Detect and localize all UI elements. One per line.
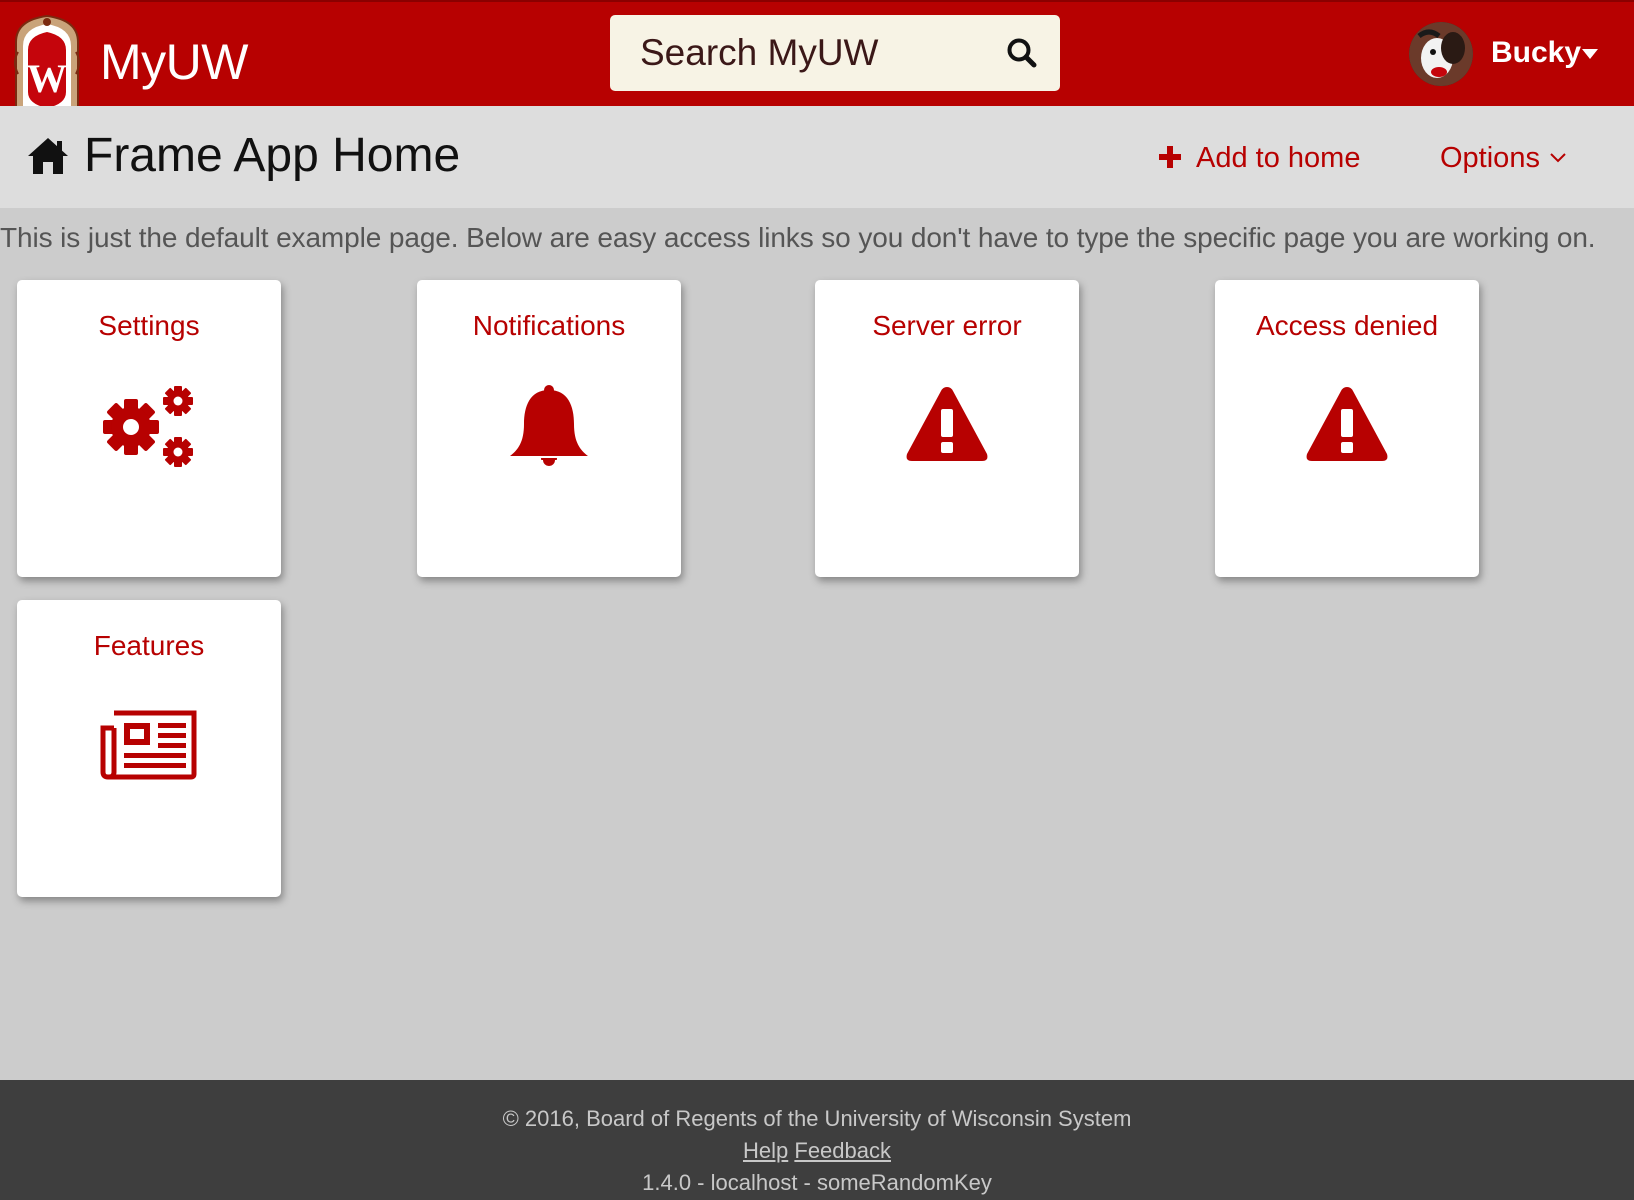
add-to-home-label: Add to home xyxy=(1196,142,1361,174)
avatar xyxy=(1409,22,1473,86)
feedback-link[interactable]: Feedback xyxy=(794,1138,891,1163)
card-title: Notifications xyxy=(472,310,626,341)
home-icon xyxy=(28,138,68,174)
plus-icon xyxy=(1159,146,1181,168)
card-title: Access denied xyxy=(1255,310,1439,341)
search-input[interactable] xyxy=(610,15,980,91)
search-icon xyxy=(1007,38,1037,68)
search-button[interactable] xyxy=(1004,35,1040,71)
card-title: Server error xyxy=(872,310,1022,341)
options-dropdown[interactable]: Options xyxy=(1440,140,1566,176)
card-title: Settings xyxy=(98,310,200,341)
user-name: Bucky xyxy=(1491,36,1582,69)
search-box xyxy=(610,15,1060,91)
footer-links: Help Feedback xyxy=(0,1138,1634,1164)
settings-card[interactable]: Settings xyxy=(17,280,281,577)
access-denied-card[interactable]: Access denied xyxy=(1215,280,1479,577)
server-error-card[interactable]: Server error xyxy=(815,280,1079,577)
help-link[interactable]: Help xyxy=(743,1138,788,1163)
brand-name[interactable]: MyUW xyxy=(100,32,248,92)
intro-text: This is just the default example page. B… xyxy=(0,222,1596,253)
footer: © 2016, Board of Regents of the Universi… xyxy=(0,1080,1634,1200)
card-title: Features xyxy=(93,630,205,661)
bell-icon xyxy=(510,385,588,468)
chevron-down-icon xyxy=(1550,153,1566,163)
bucky-avatar-icon xyxy=(1409,22,1473,86)
top-bar: W MyUW Bucky xyxy=(0,0,1634,109)
add-to-home-button[interactable]: Add to home xyxy=(1158,140,1360,176)
svg-text:W: W xyxy=(27,56,67,101)
uw-crest-icon: W xyxy=(14,14,80,109)
copyright-text: © 2016, Board of Regents of the Universi… xyxy=(502,1106,1132,1131)
page-title: Frame App Home xyxy=(84,129,461,182)
newspaper-icon xyxy=(100,710,197,780)
uw-crest-logo[interactable]: W xyxy=(8,12,86,109)
warning-icon xyxy=(1306,387,1388,461)
warning-icon xyxy=(906,387,988,461)
version-text: 1.4.0 - localhost - someRandomKey xyxy=(642,1170,992,1195)
gears-icon xyxy=(103,386,193,467)
features-card[interactable]: Features xyxy=(17,600,281,897)
options-label: Options xyxy=(1440,142,1540,174)
notifications-card[interactable]: Notifications xyxy=(417,280,681,577)
page-header: Frame App Home Add to home Options xyxy=(0,106,1634,208)
caret-down-icon xyxy=(1582,49,1598,59)
